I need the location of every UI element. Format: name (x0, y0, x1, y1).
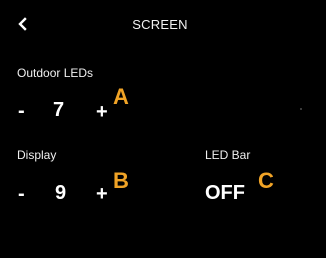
callout-b-marker: B (113, 168, 129, 193)
outdoor-leds-label: Outdoor LEDs (17, 66, 94, 80)
led-bar-toggle[interactable]: OFF (205, 182, 245, 205)
callout-c-marker: C (258, 168, 274, 193)
callout-a-marker: A (113, 84, 129, 109)
divider-dot (300, 108, 302, 110)
page-title: SCREEN (132, 17, 188, 32)
display-increment-button[interactable]: + (96, 184, 108, 204)
outdoor-leds-value: 7 (53, 99, 65, 121)
led-bar-label: LED Bar (205, 148, 251, 162)
outdoor-leds-decrement-button[interactable]: - (18, 101, 25, 121)
outdoor-leds-increment-button[interactable]: + (96, 102, 108, 122)
display-label: Display (17, 148, 57, 162)
display-value: 9 (55, 182, 67, 204)
display-decrement-button[interactable]: - (18, 184, 25, 204)
screen-panel: SCREEN Outdoor LEDs - 7 + A Display - 9 … (0, 0, 326, 258)
